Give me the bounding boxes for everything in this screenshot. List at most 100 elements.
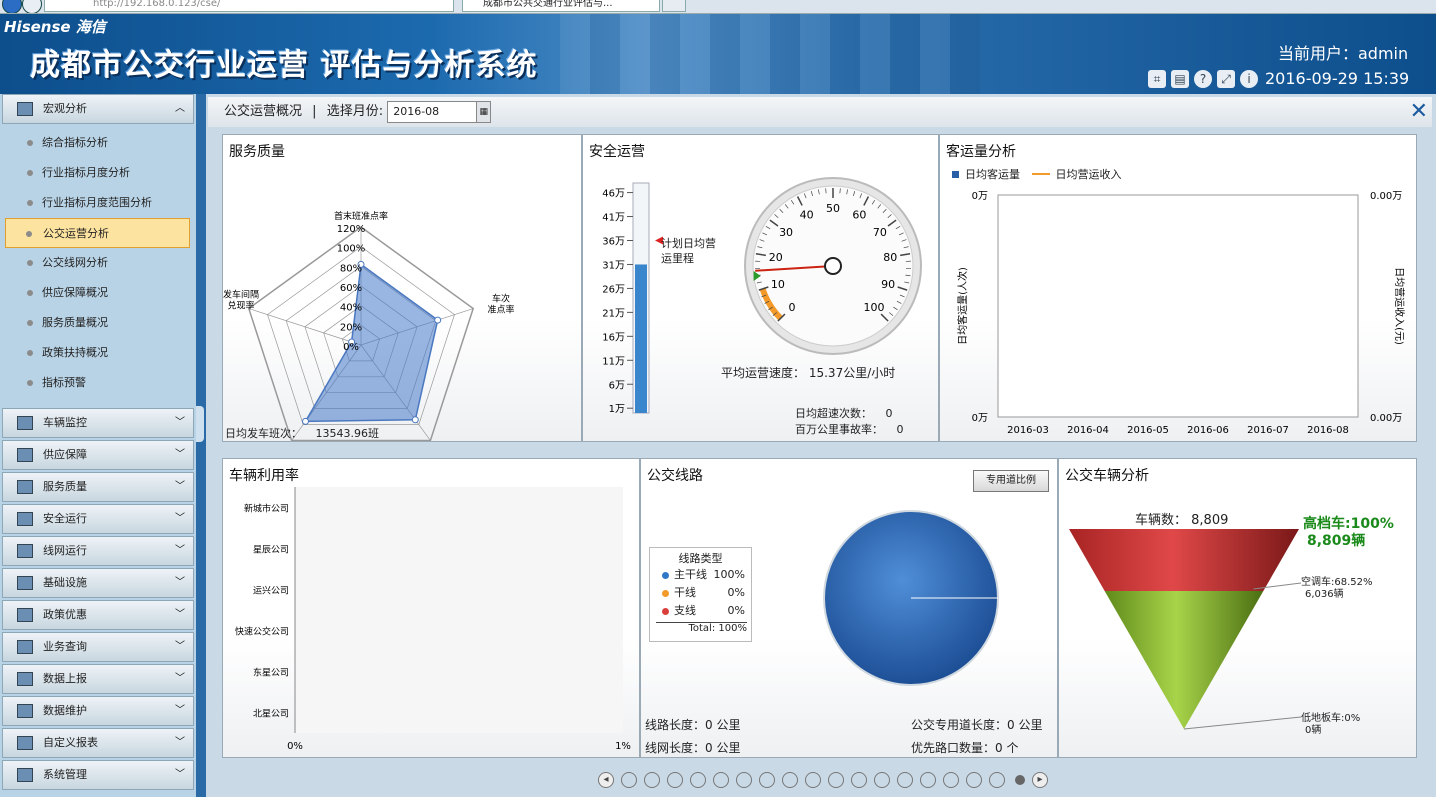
sidebar-subitem[interactable]: 综合指标分析 [0, 128, 196, 158]
collapse-handle-icon[interactable] [196, 406, 204, 442]
page-dot[interactable] [621, 772, 637, 788]
prev-page-icon[interactable]: ◂ [598, 772, 614, 788]
sidebar-group-macro[interactable]: 宏观分析 ︿ [2, 94, 194, 124]
sidebar-group[interactable]: 业务查询 ﹀ [2, 632, 194, 662]
legend-item: 主干线 100% [650, 566, 751, 584]
category-label: 运兴公司 [253, 586, 289, 597]
mileage-thermometer: 46万 41万 36万 31万 26万 21万 16万 11万 6万 1万 [602, 182, 663, 415]
sidebar-group-label: 系统管理 [43, 768, 87, 781]
sidebar-subitem[interactable]: 指标预警 [0, 368, 196, 398]
sidebar-subitem[interactable]: 政策扶持概况 [0, 338, 196, 368]
chevron-up-icon: ︿ [175, 103, 185, 114]
page-toolbar: 公交运营概况 | 选择月份: 2016-08 ▦ ✕ [208, 97, 1432, 127]
next-page-icon[interactable]: ▸ [1032, 772, 1048, 788]
sidebar-group[interactable]: 自定义报表 ﹀ [2, 728, 194, 758]
page-dot[interactable] [736, 772, 752, 788]
sidebar-group[interactable]: 车辆监控 ﹀ [2, 408, 194, 438]
sidebar-group[interactable]: 线网运行 ﹀ [2, 536, 194, 566]
page-dot[interactable] [989, 772, 1005, 788]
category-label: 星辰公司 [253, 545, 289, 556]
radar-tick-label: 40% [340, 303, 362, 314]
page-dot[interactable] [644, 772, 660, 788]
sidebar-group[interactable]: 基础设施 ﹀ [2, 568, 194, 598]
sidebar-subitem[interactable]: 行业指标月度范围分析 [0, 188, 196, 218]
speed-gauge: 010 20 30 40 50 60 70 80 90 100 [744, 177, 922, 355]
sidebar-group[interactable]: 安全运行 ﹀ [2, 504, 194, 534]
page-dot[interactable] [690, 772, 706, 788]
forward-icon[interactable] [22, 0, 42, 13]
chevron-down-icon: ﹀ [175, 737, 185, 748]
main-content: 公交运营概况 | 选择月份: 2016-08 ▦ ✕ 服务质量 120% 100% 8… [206, 94, 1436, 797]
page-dot[interactable] [897, 772, 913, 788]
passenger-chart: 0万0万0.00万0.00万日均客运量(人次) 日均营运收入(元)2016-03 2… [956, 191, 1406, 436]
page-dot[interactable] [920, 772, 936, 788]
month-label: 选择月份: [326, 104, 384, 119]
radar-axis-label: 首末班准点率 [334, 210, 388, 222]
group-icon [17, 544, 33, 558]
page-dot[interactable] [874, 772, 890, 788]
browser-chrome: http://192.168.0.123/cse/ 成都市公共交通行业评估与..… [0, 0, 1436, 14]
fullscreen-icon[interactable]: ⤢ [1217, 69, 1235, 88]
sidebar-subitem[interactable]: 行业指标月度分析 [0, 158, 196, 188]
priority-intersections-label: 优先路口数量： [911, 741, 996, 755]
sidebar-subitem[interactable]: 服务质量概况 [0, 308, 196, 338]
page-dot[interactable] [966, 772, 982, 788]
page-dot[interactable] [1015, 775, 1025, 785]
line-type-pie [823, 510, 999, 686]
calendar-icon[interactable]: ▦ [476, 101, 491, 122]
sidebar-subitem[interactable]: 公交运营分析 [5, 218, 190, 248]
sidebar-group[interactable]: 数据上报 ﹀ [2, 664, 194, 694]
radar-chart: 120%100%80%60%40%20%0%首末班准点率车次准点率班次兑现率班次… [223, 210, 515, 441]
thermometer-tick-label: 31万 [602, 260, 625, 271]
page-dot[interactable] [713, 772, 729, 788]
sidebar-group-label: 基础设施 [43, 576, 87, 589]
page-dot[interactable] [851, 772, 867, 788]
x-tick-label: 2016-07 [1247, 425, 1289, 436]
sidebar-group[interactable]: 系统管理 ﹀ [2, 760, 194, 790]
line-length-label: 线路长度： [645, 718, 706, 732]
group-icon [17, 768, 33, 782]
browser-tab[interactable]: 成都市公共交通行业评估与... [462, 0, 660, 12]
address-bar[interactable]: http://192.168.0.123/cse/ [44, 0, 454, 12]
gauge-tick-label: 80 [883, 251, 897, 264]
sidebar-subitem[interactable]: 公交线网分析 [0, 248, 196, 278]
info-icon[interactable]: i [1240, 69, 1258, 88]
title-separator: | [312, 104, 317, 119]
sidebar-group[interactable]: 数据维护 ﹀ [2, 696, 194, 726]
line-length-value: 0 公里 [705, 718, 741, 732]
group-icon [17, 672, 33, 686]
overspeed-value: 0 [885, 407, 893, 420]
back-icon[interactable] [2, 0, 22, 13]
group-icon [17, 448, 33, 462]
sidebar-group-label: 安全运行 [43, 512, 87, 525]
page-dot[interactable] [759, 772, 775, 788]
close-icon[interactable]: ✕ [1410, 97, 1428, 127]
group-icon [17, 704, 33, 718]
category-label: 快速公交公司 [235, 626, 289, 638]
page-dot[interactable] [805, 772, 821, 788]
crop-icon[interactable]: ⌗ [1148, 69, 1166, 88]
help-icon[interactable]: ? [1194, 69, 1212, 88]
network-length-value: 0 公里 [705, 741, 741, 755]
group-icon [17, 576, 33, 590]
sidebar-subitem[interactable]: 供应保障概况 [0, 278, 196, 308]
sidebar: 宏观分析 ︿ 综合指标分析 行业指标月度分析 行业指标月度范围分析 公交运营分析 公交线网… [0, 94, 196, 797]
sidebar-group[interactable]: 供应保障 ﹀ [2, 440, 194, 470]
page-dot[interactable] [782, 772, 798, 788]
sidebar-group[interactable]: 服务质量 ﹀ [2, 472, 194, 502]
month-picker[interactable]: 2016-08 ▦ [387, 100, 492, 123]
lane-ratio-button[interactable]: 专用道比例 [973, 470, 1049, 492]
sidebar-splitter[interactable] [196, 94, 206, 797]
new-tab-button[interactable] [662, 0, 686, 12]
page-carousel: ◂ ▸ [598, 772, 1055, 788]
plot-area [295, 487, 623, 733]
page-dot[interactable] [828, 772, 844, 788]
header-banner-image [560, 14, 980, 94]
chevron-down-icon: ﹀ [175, 705, 185, 716]
overspeed-label: 日均超速次数： [795, 407, 872, 420]
sidebar-group[interactable]: 政策优惠 ﹀ [2, 600, 194, 630]
page-dot[interactable] [943, 772, 959, 788]
keyboard-icon[interactable]: ▤ [1171, 69, 1189, 88]
page-dot[interactable] [667, 772, 683, 788]
chart-icon [17, 102, 33, 116]
